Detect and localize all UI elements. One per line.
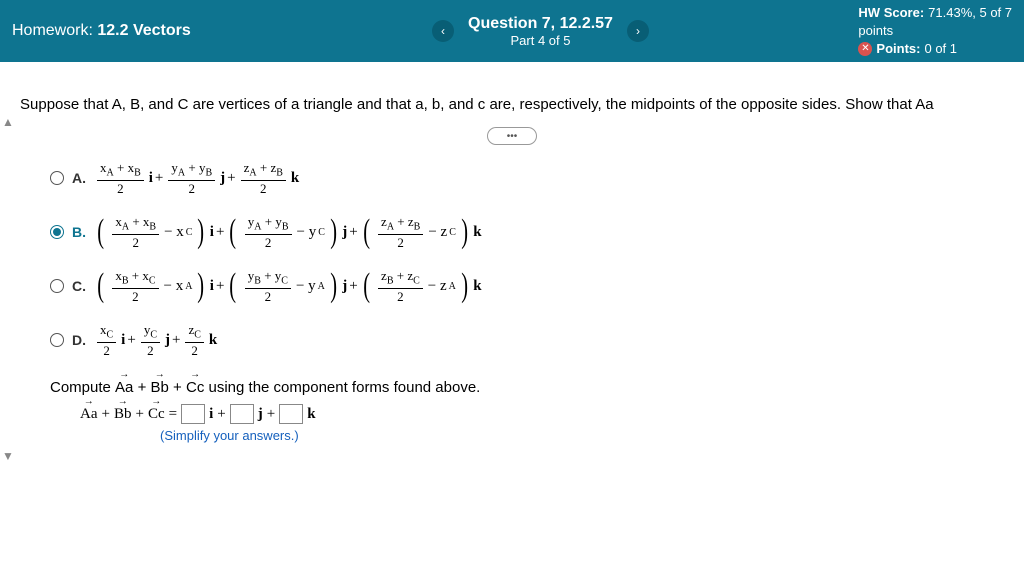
radio-d[interactable] [50,333,64,347]
answer-choices: A. xA + xB2 i+ yA + yB2 j+ zA + zB2 k B.… [50,157,1004,361]
compute-instruction: Compute Aa + Bb + Cc using the component… [50,379,1004,396]
compute-prefix: Compute [50,379,115,396]
homework-name: 12.2 Vectors [97,22,190,39]
unit-k: k [307,406,315,423]
choice-b-math: ( xA + xB2 − xC ) i + ( yA + yB2 − yC ) … [94,213,482,251]
vec-cc: Cc [186,379,204,396]
vec-bb: Bb [151,379,169,396]
answer-input-k[interactable] [279,404,303,424]
choice-c[interactable]: C. ( xB + xC2 − xA ) i + ( yB + yC2 − yA… [50,265,1004,307]
points-row: ✕ Points: 0 of 1 [858,40,1012,58]
question-info: Question 7, 12.2.57 Part 4 of 5 [462,15,619,48]
choice-c-math: ( xB + xC2 − xA ) i + ( yB + yC2 − yA ) … [94,267,482,305]
choice-b-label: B. [72,224,94,240]
hw-score-label: HW Score: [858,4,924,22]
answer-input-j[interactable] [230,404,254,424]
choice-c-label: C. [72,278,94,294]
hw-score-row: HW Score: 71.43%, 5 of 7 [858,4,1012,22]
homework-title: Homework: 12.2 Vectors [12,22,432,40]
points-value: 0 of 1 [924,40,957,58]
score-panel: HW Score: 71.43%, 5 of 7 points ✕ Points… [858,4,1012,59]
compute-suffix: using the component forms found above. [209,379,481,396]
next-question-button[interactable]: › [627,20,649,42]
unit-j: j [258,406,263,423]
choice-b[interactable]: B. ( xA + xB2 − xC ) i + ( yA + yB2 − yC… [50,211,1004,253]
expand-button[interactable]: ••• [487,127,537,145]
choice-d-label: D. [72,332,94,348]
app-header: Homework: 12.2 Vectors ‹ Question 7, 12.… [0,0,1024,62]
question-nav: ‹ Question 7, 12.2.57 Part 4 of 5 › [432,15,649,48]
hw-score-value: 71.43%, 5 of 7 [928,4,1012,22]
choice-d-math: xC2 i + yC2 j + zC2 k [94,323,217,357]
answer-input-i[interactable] [181,404,205,424]
points-word: points [858,22,893,40]
prev-question-button[interactable]: ‹ [432,20,454,42]
vec-aa: Aa [115,379,133,396]
content-area: Suppose that A, B, and C are vertices of… [0,62,1024,443]
radio-a[interactable] [50,171,64,185]
incorrect-icon: ✕ [858,42,872,56]
question-number: Question 7, 12.2.57 [468,15,613,33]
problem-statement: Suppose that A, B, and C are vertices of… [20,96,1004,113]
question-part: Part 4 of 5 [468,33,613,48]
points-label: Points: [876,40,920,58]
radio-b[interactable] [50,225,64,239]
vec-bb-2: Bb [114,406,132,423]
homework-label: Homework: [12,22,93,39]
points-word-row: points [858,22,1012,40]
vec-aa-2: Aa [80,406,98,423]
scroll-down-icon[interactable]: ▼ [2,449,14,463]
radio-c[interactable] [50,279,64,293]
choice-a-label: A. [72,170,94,186]
simplify-note: (Simplify your answers.) [160,428,1004,443]
answer-equation: Aa + Bb + Cc = i + j + k [80,404,1004,424]
choice-a[interactable]: A. xA + xB2 i+ yA + yB2 j+ zA + zB2 k [50,157,1004,199]
vec-cc-2: Cc [148,406,165,423]
unit-i: i [209,406,213,423]
choice-d[interactable]: D. xC2 i + yC2 j + zC2 k [50,319,1004,361]
choice-a-math: xA + xB2 i+ yA + yB2 j+ zA + zB2 k [94,161,299,195]
